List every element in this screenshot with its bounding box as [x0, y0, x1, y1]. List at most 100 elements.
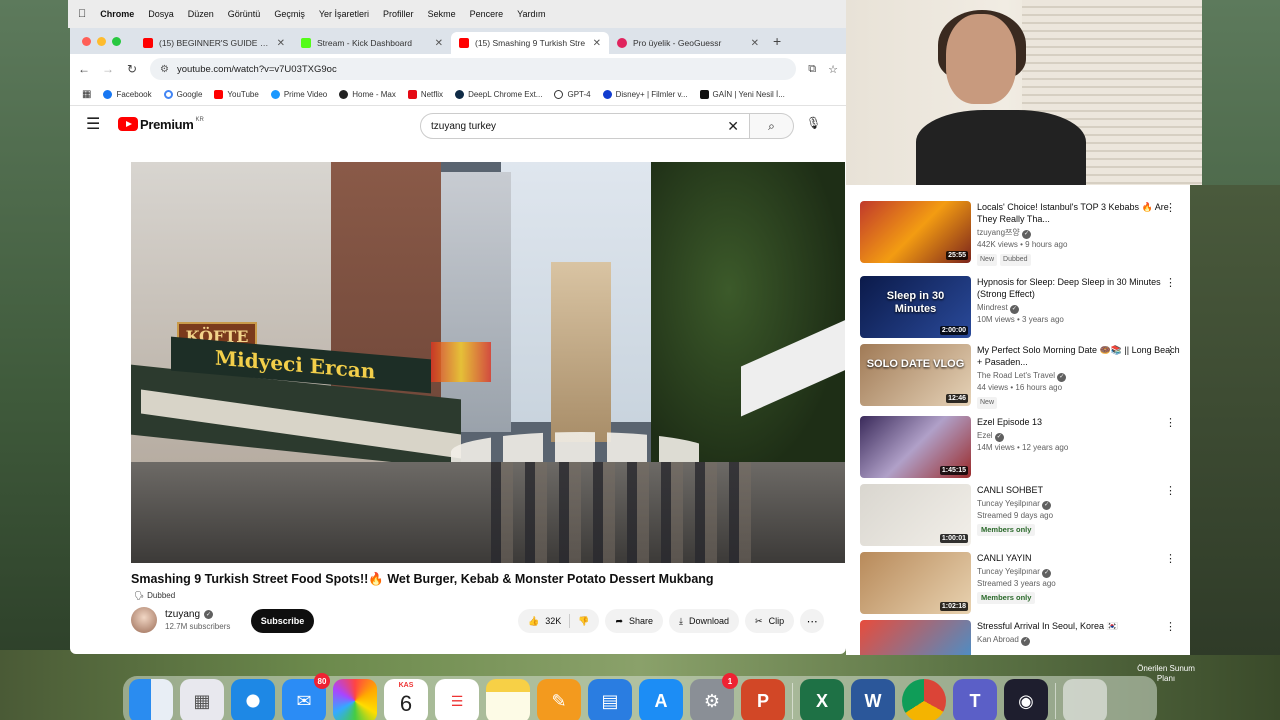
more-options-icon[interactable]: ⋮ [1165, 276, 1176, 289]
recommendation-item[interactable]: SOLO DATE VLOG 12:46 My Perfect Solo Morni… [860, 344, 1180, 409]
video-player[interactable]: KÖFTE Midyeci Ercan [131, 162, 845, 563]
close-tab-icon[interactable]: ✕ [751, 38, 759, 49]
recommendation-item[interactable]: Sleep in 30 Minutes 2:00:00 Hypnosis for S… [860, 276, 1180, 338]
reminders-icon[interactable]: ☰ [435, 679, 479, 720]
pages-icon[interactable]: ✎ [537, 679, 581, 720]
safari-icon[interactable] [231, 679, 275, 720]
recommendation-channel[interactable]: Kan Abroad ✓ [977, 634, 1180, 646]
bookmark-max[interactable]: Home - Max [339, 90, 396, 99]
new-tab-icon[interactable]: + [773, 33, 781, 49]
menu-yardim[interactable]: Yardım [517, 9, 545, 19]
recommendation-title[interactable]: Hypnosis for Sleep: Deep Sleep in 30 Min… [977, 276, 1180, 300]
bookmark-facebook[interactable]: Facebook [103, 90, 152, 99]
video-thumbnail[interactable] [860, 620, 971, 655]
recommendation-item[interactable]: 1:00:01 CANLI SOHBET Tuncay Yeşilpınar ✓ St… [860, 484, 1180, 546]
app-store-icon[interactable]: A [639, 679, 683, 720]
recommendation-title[interactable]: Ezel Episode 13 [977, 416, 1180, 428]
recommendation-channel[interactable]: Ezel ✓ [977, 430, 1180, 442]
bookmark-star-icon[interactable]: ☆ [828, 63, 838, 76]
excel-icon[interactable]: X [800, 679, 844, 720]
close-tab-icon[interactable]: ✕ [435, 38, 443, 49]
menu-profiller[interactable]: Profiller [383, 9, 414, 19]
menu-pencere[interactable]: Pencere [470, 9, 504, 19]
recommendation-item[interactable]: 1:45:15 Ezel Episode 13 Ezel ✓ 14M views • … [860, 416, 1180, 478]
minimize-window-button[interactable] [97, 36, 106, 46]
apple-icon[interactable]:  [78, 8, 86, 20]
more-options-icon[interactable]: ⋮ [1165, 201, 1176, 214]
site-info-icon[interactable]: ⚙ [160, 64, 169, 75]
recommendation-channel[interactable]: The Road Let's Travel ✓ [977, 370, 1180, 382]
more-options-icon[interactable]: ⋮ [1165, 620, 1176, 633]
channel-name[interactable]: tzuyang [165, 609, 200, 620]
recommendation-title[interactable]: Stressful Arrival In Seoul, Korea 🇰🇷 [977, 620, 1180, 632]
search-button[interactable]: ⌕ [750, 113, 794, 139]
tab-geoguessr[interactable]: Pro üyelik - GeoGuessr ✕ [609, 32, 767, 54]
recommendation-channel[interactable]: Mindrest ✓ [977, 302, 1180, 314]
video-thumbnail[interactable]: SOLO DATE VLOG 12:46 [860, 344, 971, 406]
forward-arrow-icon[interactable]: → [102, 62, 114, 76]
more-options-icon[interactable]: ⋮ [1165, 484, 1176, 497]
video-thumbnail[interactable]: Sleep in 30 Minutes 2:00:00 [860, 276, 971, 338]
video-thumbnail[interactable]: 1:00:01 [860, 484, 971, 546]
address-bar[interactable]: ⚙ youtube.com/watch?v=v7U03TXG9oc [150, 58, 797, 80]
apps-grid-icon[interactable]: ▦ [82, 89, 91, 100]
microphone-icon[interactable]: 🎙 [806, 116, 821, 130]
channel-avatar[interactable] [131, 607, 157, 633]
chrome-icon[interactable] [902, 679, 946, 720]
clear-search-icon[interactable]: ✕ [727, 118, 739, 135]
clip-button[interactable]: ✂ Clip [745, 609, 795, 633]
notes-icon[interactable] [486, 679, 530, 720]
hamburger-menu-icon[interactable]: ☰ [86, 114, 106, 134]
search-input[interactable]: tzuyang turkey ✕ [420, 113, 750, 139]
bookmark-google[interactable]: Google [163, 90, 202, 99]
menu-yer-isaretleri[interactable]: Yer İşaretleri [319, 9, 369, 19]
teams-icon[interactable]: T [953, 679, 997, 720]
more-options-icon[interactable]: ⋮ [1165, 344, 1176, 357]
mail-icon[interactable]: ✉ 80 [282, 673, 330, 720]
zoom-window-button[interactable] [112, 36, 121, 46]
menu-goruntu[interactable]: Görüntü [228, 9, 261, 19]
tab-smashing-turkish[interactable]: (15) Smashing 9 Turkish Stre ✕ [451, 32, 609, 54]
recommendation-title[interactable]: Locals' Choice! Istanbul's TOP 3 Kebabs … [977, 201, 1180, 225]
menu-duzen[interactable]: Düzen [188, 9, 214, 19]
share-button[interactable]: ➦ Share [605, 609, 664, 633]
close-window-button[interactable] [82, 36, 91, 46]
more-options-icon[interactable]: ⋮ [1165, 552, 1176, 565]
menu-gecmis[interactable]: Geçmiş [274, 9, 305, 19]
close-tab-icon[interactable]: ✕ [277, 38, 285, 49]
word-icon[interactable]: W [851, 679, 895, 720]
bookmark-deepl[interactable]: DeepL Chrome Ext... [455, 90, 542, 99]
trash-icon[interactable] [1063, 679, 1107, 720]
bookmark-netflix[interactable]: Netflix [407, 90, 443, 99]
install-app-icon[interactable]: ⧉ [808, 63, 816, 76]
video-thumbnail[interactable]: 1:45:15 [860, 416, 971, 478]
download-button[interactable]: ⤓ Download [669, 609, 740, 633]
bookmark-disney[interactable]: Disney+ | Filmler v... [602, 90, 688, 99]
tab-beginners-guide[interactable]: (15) BEGINNER'S GUIDE to D ✕ [135, 32, 293, 54]
recommendation-title[interactable]: CANLI SOHBET [977, 484, 1180, 496]
close-tab-icon[interactable]: ✕ [593, 38, 601, 49]
reload-icon[interactable]: ↻ [126, 62, 138, 76]
menu-chrome[interactable]: Chrome [100, 9, 134, 19]
youtube-premium-logo[interactable]: Premium KR [118, 117, 204, 132]
recommendation-channel[interactable]: tzuyang쯔양 ✓ [977, 227, 1180, 239]
powerpoint-icon[interactable]: P [741, 679, 785, 720]
back-arrow-icon[interactable]: ← [78, 62, 90, 76]
like-button[interactable]: 👍 32K 👎 [518, 609, 600, 633]
video-thumbnail[interactable]: 1:02:18 [860, 552, 971, 614]
subscribe-button[interactable]: Subscribe [251, 609, 314, 633]
bookmark-gain[interactable]: GAİN | Yeni Nesil İ... [699, 90, 785, 99]
finder-icon[interactable] [129, 679, 173, 720]
calendar-icon[interactable]: KAS 6 [384, 679, 428, 720]
system-settings-icon[interactable]: ⚙ 1 [690, 673, 738, 720]
menu-dosya[interactable]: Dosya [148, 9, 174, 19]
launchpad-icon[interactable]: ▦ [180, 679, 224, 720]
recommendation-title[interactable]: My Perfect Solo Morning Date 🍩📚 || Long … [977, 344, 1180, 368]
recommendation-channel[interactable]: Tuncay Yeşilpınar ✓ [977, 566, 1180, 578]
thumbs-down-icon[interactable]: 👎 [578, 616, 589, 627]
more-actions-icon[interactable]: ⋯ [800, 609, 825, 633]
bookmark-youtube[interactable]: YouTube [214, 90, 259, 99]
keynote-icon[interactable]: ▤ [588, 679, 632, 720]
more-options-icon[interactable]: ⋮ [1165, 416, 1176, 429]
photos-icon[interactable] [333, 679, 377, 720]
